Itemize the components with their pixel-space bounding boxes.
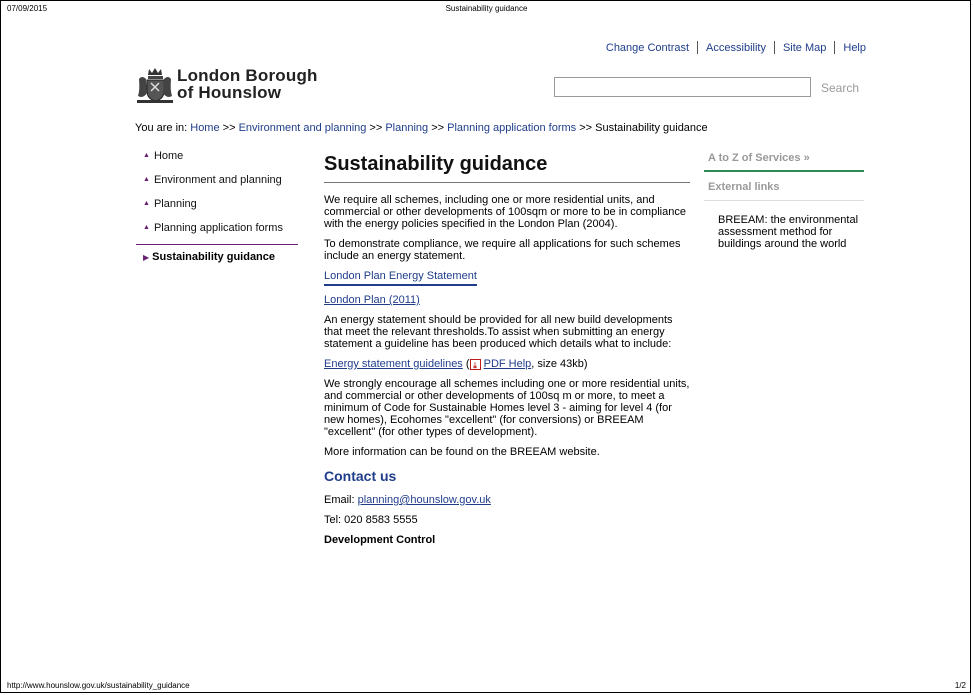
nav-current-triangle-icon: ▶ bbox=[143, 252, 150, 262]
search-input[interactable] bbox=[554, 77, 811, 97]
print-page-number: 1/2 bbox=[954, 681, 966, 690]
external-links-heading: External links bbox=[708, 181, 780, 193]
contact-heading: Contact us bbox=[324, 468, 397, 484]
crest-logo-icon bbox=[137, 68, 173, 103]
site-logo[interactable]: London Borough of Hounslow bbox=[135, 67, 318, 105]
help-link[interactable]: Help bbox=[843, 42, 866, 54]
print-title: Sustainability guidance bbox=[445, 4, 528, 13]
a-to-z-services-link[interactable]: A to Z of Services » bbox=[704, 150, 864, 170]
nav-item-environment: ▲ Environment and planning bbox=[143, 174, 305, 198]
main-content: Sustainability guidance We require all s… bbox=[324, 150, 692, 554]
divider bbox=[834, 41, 836, 54]
accessibility-link[interactable]: Accessibility bbox=[706, 42, 766, 54]
london-plan-paragraph: London Plan (2011) bbox=[324, 294, 692, 306]
department-line: Development Control bbox=[324, 534, 436, 546]
nav-link-application-forms[interactable]: Planning application forms bbox=[154, 222, 283, 234]
nav-triangle-icon: ▲ bbox=[143, 176, 150, 183]
energy-statement-paragraph: London Plan Energy Statement bbox=[324, 270, 692, 286]
a-to-z-divider bbox=[704, 170, 864, 172]
site-map-link[interactable]: Site Map bbox=[783, 42, 826, 54]
nav-triangle-icon: ▲ bbox=[143, 224, 150, 231]
nav-current-label: Sustainability guidance bbox=[152, 251, 276, 263]
nav-item-application-forms: ▲ Planning application forms bbox=[143, 222, 305, 246]
breadcrumb-home[interactable]: Home bbox=[190, 122, 219, 134]
breadcrumb-application-forms[interactable]: Planning application forms bbox=[447, 122, 576, 134]
breadcrumb: You are in: Home >> Environment and plan… bbox=[135, 122, 708, 134]
breadcrumb-prefix: You are in: bbox=[135, 122, 191, 134]
paragraph-5: More information can be found on the BRE… bbox=[324, 446, 600, 458]
divider bbox=[697, 41, 699, 54]
title-divider bbox=[324, 182, 690, 183]
breeam-description: BREEAM: the environmental assessment met… bbox=[718, 214, 859, 250]
file-size: , size 43kb) bbox=[531, 358, 588, 370]
nav-triangle-icon: ▲ bbox=[143, 200, 150, 207]
print-url: http://www.hounslow.gov.uk/sustainabilit… bbox=[7, 681, 190, 690]
guidelines-paragraph: Energy statement guidelines (⤓ PDF Help,… bbox=[324, 358, 692, 370]
external-links-divider bbox=[704, 200, 864, 201]
utility-links: Change Contrast Accessibility Site Map H… bbox=[606, 41, 866, 54]
page-title: Sustainability guidance bbox=[324, 153, 548, 175]
paragraph-2: To demonstrate compliance, we require al… bbox=[324, 238, 681, 262]
paragraph-1: We require all schemes, including one or… bbox=[324, 194, 686, 230]
paragraph-3: An energy statement should be provided f… bbox=[324, 314, 673, 350]
nav-item-current: ▶ Sustainability guidance bbox=[143, 251, 305, 263]
nav-triangle-icon: ▲ bbox=[143, 152, 150, 159]
email-link[interactable]: planning@hounslow.gov.uk bbox=[358, 494, 491, 506]
breadcrumb-separator: >> bbox=[366, 122, 386, 134]
nav-divider bbox=[136, 244, 298, 245]
email-label: Email: bbox=[324, 494, 358, 506]
left-navigation: ▲ Home ▲ Environment and planning ▲ Plan… bbox=[136, 150, 305, 263]
divider bbox=[773, 41, 775, 54]
pdf-help-link[interactable]: PDF Help bbox=[484, 358, 532, 370]
logo-line-2: of Hounslow bbox=[177, 83, 282, 102]
energy-guidelines-link[interactable]: Energy statement guidelines bbox=[324, 358, 463, 370]
breadcrumb-separator: >> bbox=[428, 122, 448, 134]
breadcrumb-separator: >> bbox=[576, 122, 596, 134]
search-button[interactable]: Search bbox=[821, 81, 859, 95]
breadcrumb-separator: >> bbox=[219, 122, 239, 134]
london-plan-energy-statement-link[interactable]: London Plan Energy Statement bbox=[324, 270, 477, 286]
nav-link-planning[interactable]: Planning bbox=[154, 198, 197, 210]
pdf-icon: ⤓ bbox=[469, 359, 481, 370]
nav-item-home: ▲ Home bbox=[143, 150, 305, 174]
breadcrumb-current: Sustainability guidance bbox=[595, 122, 708, 134]
logo-text: London Borough of Hounslow bbox=[177, 67, 318, 101]
telephone-line: Tel: 020 8583 5555 bbox=[324, 514, 418, 526]
nav-link-home[interactable]: Home bbox=[154, 150, 183, 162]
right-sidebar: A to Z of Services » External links BREE… bbox=[704, 150, 864, 250]
nav-link-environment[interactable]: Environment and planning bbox=[154, 174, 282, 186]
breadcrumb-planning[interactable]: Planning bbox=[385, 122, 428, 134]
paragraph-4: We strongly encourage all schemes includ… bbox=[324, 378, 690, 438]
open-paren: ( bbox=[462, 358, 470, 370]
breadcrumb-environment[interactable]: Environment and planning bbox=[239, 122, 367, 134]
nav-item-planning: ▲ Planning bbox=[143, 198, 305, 222]
change-contrast-link[interactable]: Change Contrast bbox=[606, 42, 689, 54]
email-line: Email: planning@hounslow.gov.uk bbox=[324, 494, 692, 506]
london-plan-2011-link[interactable]: London Plan (2011) bbox=[324, 294, 420, 306]
